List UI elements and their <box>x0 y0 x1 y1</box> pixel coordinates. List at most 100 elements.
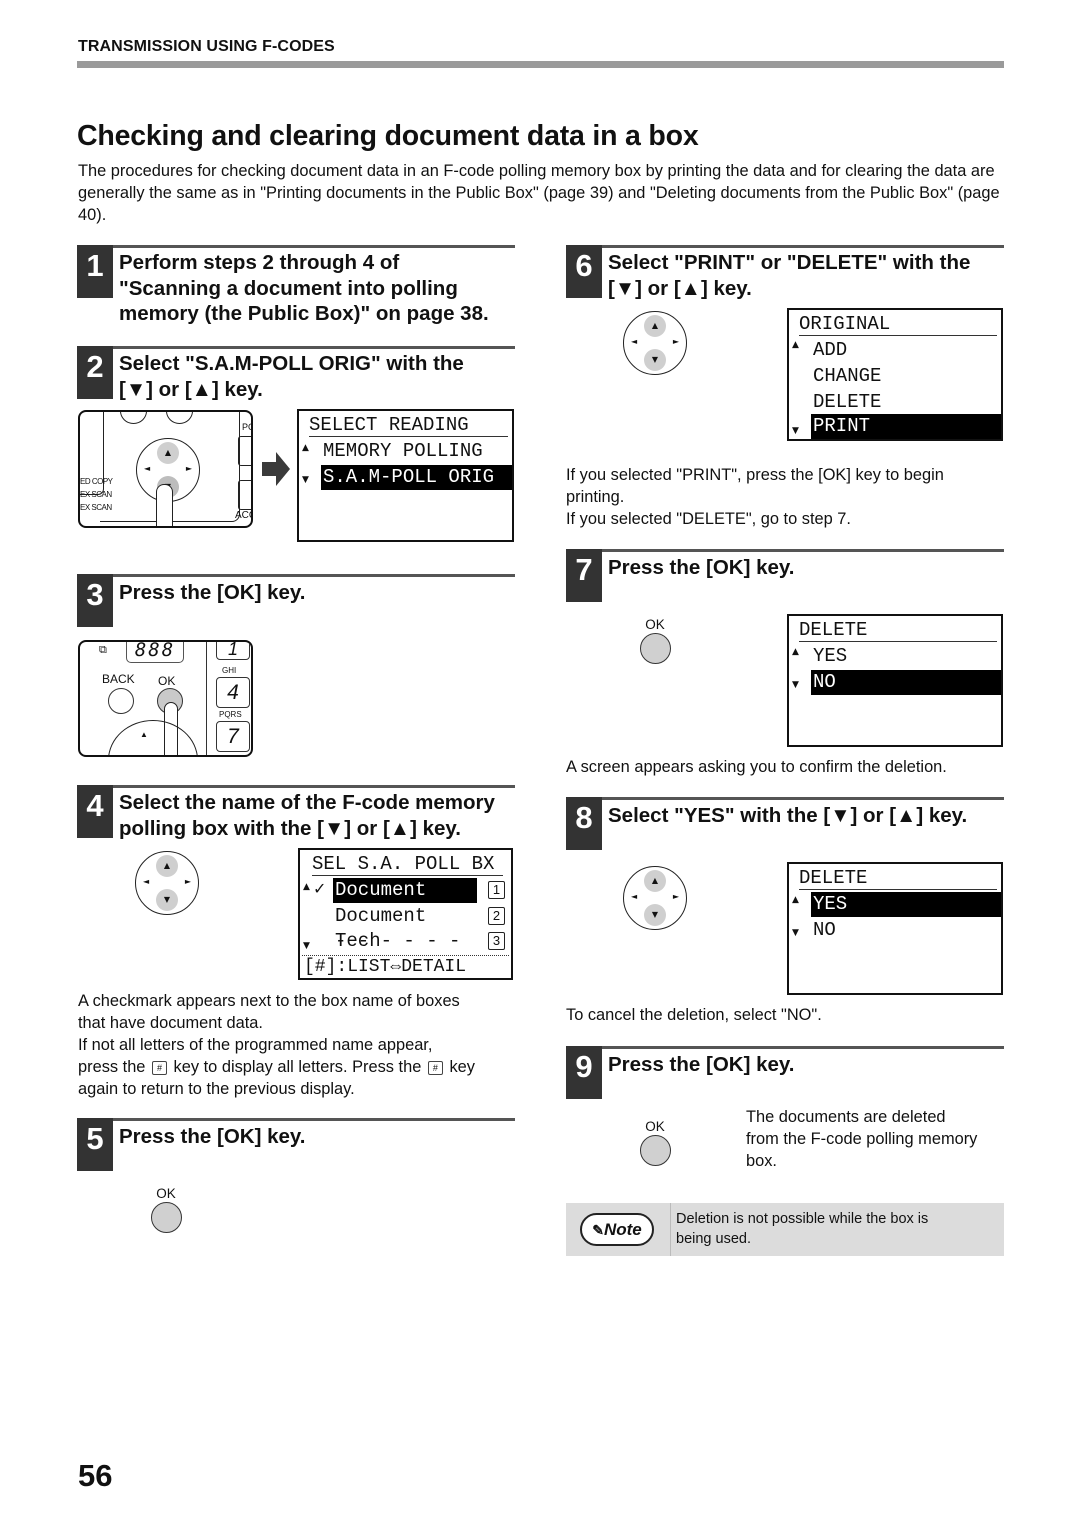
right-key[interactable]: ► <box>185 877 191 886</box>
note-line: again to return to the previous display. <box>78 1080 355 1098</box>
step-title-line: Press the [OK] key. <box>608 556 795 579</box>
left-key[interactable]: ◄ <box>143 877 149 886</box>
up-key: ▲ <box>140 730 148 739</box>
step-title-line: [▼] or [▲] key. <box>119 377 263 401</box>
note-line: press the # key to display all letters. … <box>78 1056 518 1078</box>
left-key[interactable]: ◄ <box>631 892 637 901</box>
key-4[interactable]: 4 <box>216 677 250 708</box>
scroll-up-icon: ▲ <box>792 647 799 657</box>
key-7[interactable]: 7 <box>216 721 250 752</box>
step-title: Press the [OK] key. <box>119 580 305 606</box>
note-line: being used. <box>676 1231 751 1247</box>
lcd-row[interactable]: YES <box>811 644 1001 669</box>
box-number: 2 <box>488 907 505 925</box>
down-key[interactable]: ▼ <box>156 889 178 911</box>
up-key[interactable]: ▲ <box>156 855 178 877</box>
key-letters: GHI <box>222 666 237 675</box>
step-number: 2 <box>77 346 113 399</box>
control-panel-illustration: ▲ ▼ ◄ ► ED COPY EX SCAN EX SCAN PC ACC <box>78 410 253 528</box>
up-key[interactable]: ▲ <box>157 442 179 464</box>
scroll-up-icon: ▲ <box>792 895 799 905</box>
arrow-keys-dial: ▲ ▼ ◄ ► <box>135 851 199 915</box>
lcd-row-selected[interactable]: PRINT <box>811 414 1001 439</box>
step-rule <box>77 574 515 577</box>
ok-key[interactable]: OK <box>141 1187 191 1233</box>
lcd-header: SELECT READING <box>309 413 508 437</box>
panel-label: EX SCAN <box>80 503 112 512</box>
note-badge-label: Note <box>603 1220 642 1239</box>
key-letters: PQRS <box>219 710 242 719</box>
note-line: A screen appears asking you to confirm t… <box>566 758 947 776</box>
step-rule <box>77 785 515 788</box>
lcd-row-selected[interactable]: Document Plan <box>333 878 477 926</box>
lcd-row-selected[interactable]: YES <box>811 892 1001 917</box>
step-title-line: Press the [OK] key. <box>119 1125 306 1148</box>
lcd-row[interactable]: NO <box>811 918 1001 943</box>
step-title-line: Select "YES" with the [▼] or [▲] key. <box>608 804 968 827</box>
step-1: 1 Perform steps 2 through 4 of "Scanning… <box>77 245 515 325</box>
lcd-select-reading: SELECT READING ▲ MEMORY POLLING ▼ S.A.M-… <box>297 409 514 542</box>
left-key[interactable]: ◄ <box>144 464 150 473</box>
right-key[interactable]: ► <box>186 464 192 473</box>
ok-key[interactable]: OK <box>630 618 680 664</box>
scroll-down-icon: ▼ <box>303 941 310 951</box>
step-2: 2 Select "S.A.M-POLL ORIG" with the [▼] … <box>77 346 515 406</box>
lcd-header: DELETE <box>799 866 997 890</box>
checkmark-icon: ✓ <box>313 879 327 898</box>
panel-divider <box>206 642 208 755</box>
step-rule <box>566 549 1004 552</box>
step-title-line: Select "S.A.M-POLL ORIG" with the <box>119 352 464 375</box>
note-line: Deletion is not possible while the box i… <box>676 1211 929 1227</box>
note-line: If you selected "DELETE", go to step 7. <box>566 510 851 528</box>
step-title-line: Press the [OK] key. <box>119 581 306 604</box>
step-title-line: "Scanning a document into polling <box>119 276 458 300</box>
ok-key[interactable]: OK <box>630 1120 680 1166</box>
right-arrow-icon <box>262 452 290 486</box>
dial-partial <box>108 720 198 755</box>
lcd-row-selected[interactable]: S.A.M-POLL ORIG <box>321 465 512 490</box>
up-key[interactable]: ▲ <box>644 315 666 337</box>
note-badge: ✎Note <box>580 1213 654 1246</box>
down-key[interactable]: ▼ <box>644 904 666 926</box>
ok-button-icon[interactable] <box>639 633 671 664</box>
ok-button-icon[interactable] <box>150 1202 182 1233</box>
left-key[interactable]: ◄ <box>631 337 637 346</box>
step-title-line: Select the name of the F-code memory <box>119 791 495 814</box>
lcd-original-menu: ORIGINAL ▲ ADD CHANGE DELETE ▼ PRINT <box>787 308 1003 441</box>
note-line: If not all letters of the programmed nam… <box>78 1036 433 1054</box>
step-number: 3 <box>77 574 113 627</box>
step-rule <box>566 797 1004 800</box>
panel-label: ED COPY <box>80 477 113 486</box>
lcd-row[interactable]: Document Tech <box>333 904 477 952</box>
note-line: To cancel the deletion, select "NO". <box>566 1006 822 1024</box>
step-title: Select the name of the F-code memory pol… <box>119 790 495 841</box>
step-rule <box>566 245 1004 248</box>
arrow-keys-dial: ▲ ▼ ◄ ► <box>623 311 687 375</box>
step-7-notes: A screen appears asking you to confirm t… <box>566 756 1006 778</box>
lcd-row[interactable]: MEMORY POLLING <box>321 439 512 464</box>
lcd-row[interactable]: CHANGE <box>811 364 1001 389</box>
right-key[interactable]: ► <box>673 337 679 346</box>
step-title: Press the [OK] key. <box>119 1124 305 1150</box>
right-key[interactable]: ► <box>673 892 679 901</box>
step-title-line: [▼] or [▲] key. <box>608 276 752 300</box>
lcd-row[interactable]: - - - - - - <box>333 929 477 954</box>
note-line: A checkmark appears next to the box name… <box>78 992 460 1010</box>
up-key[interactable]: ▲ <box>644 870 666 892</box>
step-title-line: Select "PRINT" or "DELETE" with the <box>608 251 971 274</box>
ok-label: OK <box>156 1186 176 1201</box>
step-number: 1 <box>77 245 113 298</box>
ok-button-icon[interactable] <box>639 1135 671 1166</box>
step-title-line: Press the [OK] key. <box>608 1053 795 1076</box>
lcd-row[interactable]: ADD <box>811 338 1001 363</box>
scroll-down-icon: ▼ <box>792 426 799 436</box>
step-4: 4 Select the name of the F-code memory p… <box>77 785 515 840</box>
key-1[interactable]: 1 <box>216 642 250 660</box>
lcd-delete-confirm: DELETE ▲ YES ▼ NO <box>787 862 1003 995</box>
down-key[interactable]: ▼ <box>644 349 666 371</box>
note-text: key <box>449 1058 475 1076</box>
back-button[interactable] <box>108 688 134 714</box>
lcd-row[interactable]: DELETE <box>811 390 1001 415</box>
step-title: Select "PRINT" or "DELETE" with the [▼] … <box>608 250 970 301</box>
lcd-row-selected[interactable]: NO <box>811 670 1001 695</box>
